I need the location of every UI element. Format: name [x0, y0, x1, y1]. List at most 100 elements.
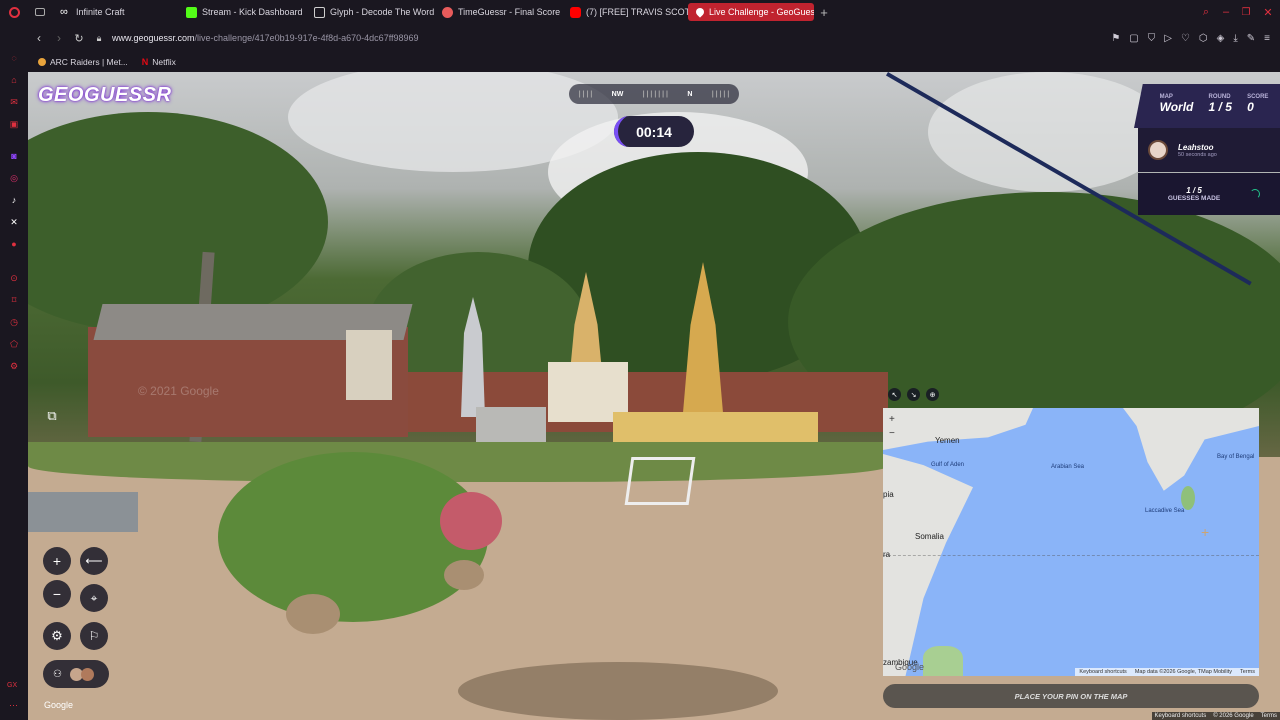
- reload-icon[interactable]: ↻: [68, 32, 90, 45]
- guess-map[interactable]: Yemen Gulf of Aden Arabian Sea Bay of Be…: [883, 408, 1259, 676]
- map-shortcuts-link[interactable]: Keyboard shortcuts: [1079, 669, 1126, 675]
- wooden-frame: [624, 457, 696, 505]
- map-terms-link[interactable]: Terms: [1240, 669, 1255, 675]
- flag-button[interactable]: ⚐: [80, 622, 108, 650]
- paved-slab: [28, 492, 138, 532]
- terms-link[interactable]: Terms: [1261, 713, 1277, 719]
- workspaces-icon[interactable]: ⌂: [8, 74, 20, 86]
- new-tab-button[interactable]: +: [814, 5, 834, 20]
- more-icon[interactable]: ⋯: [9, 700, 18, 711]
- pinboard-icon[interactable]: ⌑: [8, 294, 20, 306]
- map-pin-icon[interactable]: ⊕: [926, 388, 939, 401]
- bookmark-icon[interactable]: ⚑: [1111, 33, 1120, 44]
- mail-icon[interactable]: ✉: [8, 96, 20, 108]
- streetview-panorama[interactable]: © 2021 Google GEOGUESSR | | | | NW | | |…: [28, 72, 1280, 720]
- music-icon[interactable]: ●: [8, 238, 20, 250]
- opera-logo-icon[interactable]: [0, 0, 28, 24]
- browser-sidebar: ◌ ⌂ ✉ ▣ ◙ ◎ ♪ ✕ ● ⊙ ⌑ ◷ ⬠ ⚙ GX ⋯: [0, 24, 28, 720]
- x-icon[interactable]: ✕: [8, 216, 20, 228]
- ai-icon[interactable]: ✎: [1247, 33, 1255, 44]
- tab-youtube[interactable]: (7) [FREE] TRAVIS SCOTT: [562, 0, 688, 24]
- forward-icon[interactable]: ›: [50, 31, 68, 45]
- player-icon[interactable]: ⊙: [8, 272, 20, 284]
- bookmark-netflix[interactable]: N Netflix: [142, 57, 176, 67]
- place-pin-button[interactable]: PLACE YOUR PIN ON THE MAP: [883, 684, 1259, 708]
- tiktok-icon[interactable]: ♪: [8, 194, 20, 206]
- snapshot-icon[interactable]: ▢: [1129, 33, 1138, 44]
- guesses-label: GUESSES MADE: [1167, 195, 1221, 202]
- zoom-out-button[interactable]: −: [43, 580, 71, 608]
- stat-score: SCORE 0: [1247, 94, 1268, 128]
- plant-pot: [444, 560, 484, 590]
- tab-overview-icon[interactable]: [28, 0, 52, 24]
- crosshair-icon: +: [1201, 524, 1210, 540]
- tree-canopy: [28, 112, 328, 332]
- extensions-icon[interactable]: ⬡: [1199, 33, 1208, 44]
- menu-icon[interactable]: ≡: [1264, 33, 1270, 44]
- loading-spinner-icon: [1250, 189, 1260, 199]
- tanzania-green: [923, 646, 963, 676]
- settings-icon[interactable]: ⚙: [8, 360, 20, 372]
- return-to-start-button[interactable]: ⌖: [80, 584, 108, 612]
- glyph-icon: [314, 6, 325, 18]
- tab-infinite-craft[interactable]: ∞ Infinite Craft: [52, 0, 178, 24]
- map-label-laccadive: Laccadive Sea: [1145, 508, 1185, 514]
- url-path: /live-challenge/417e0b19-917e-4f8d-a670-…: [194, 33, 419, 43]
- compass-nw: NW: [611, 90, 624, 98]
- aria-icon[interactable]: ◌: [8, 52, 20, 64]
- player-card[interactable]: Leahstoo 50 seconds ago: [1138, 128, 1280, 172]
- map-zoom-out-button[interactable]: −: [889, 428, 895, 439]
- play-icon[interactable]: ▷: [1164, 33, 1172, 44]
- map-expand-icon[interactable]: ↖: [888, 388, 901, 401]
- map-google-logo: Google: [895, 662, 925, 672]
- twitch-icon[interactable]: ◙: [8, 150, 20, 162]
- zoom-in-button[interactable]: +: [43, 547, 71, 575]
- tab-label: Glyph - Decode The Word: [330, 7, 434, 17]
- settings-button[interactable]: ⚙: [43, 622, 71, 650]
- player-name: Leahstoo: [1178, 142, 1214, 152]
- timer-text: 00:14: [636, 123, 672, 140]
- map-zoom-in-button[interactable]: +: [889, 414, 895, 425]
- bookmark-arc-raiders[interactable]: ARC Raiders | Met...: [38, 57, 128, 67]
- url-field[interactable]: www.geoguessr.com /live-challenge/417e0b…: [112, 33, 419, 43]
- tab-glyph[interactable]: Glyph - Decode The Word: [306, 0, 434, 24]
- back-icon[interactable]: ‹: [28, 31, 50, 45]
- streetview-footer: Keyboard shortcuts © 2026 Google Terms: [1151, 712, 1280, 720]
- tab-kick-dashboard[interactable]: Stream - Kick Dashboard: [178, 0, 306, 24]
- gx-badge[interactable]: GX: [7, 682, 17, 689]
- keyboard-shortcuts-link[interactable]: Keyboard shortcuts: [1155, 713, 1207, 719]
- messenger-icon[interactable]: ▣: [8, 118, 20, 130]
- search-icon[interactable]: ⌕: [1196, 6, 1216, 19]
- guesses-card: 1 / 5 GUESSES MADE: [1138, 173, 1280, 215]
- compass-ticks: | | | | |: [711, 90, 730, 98]
- map-label-pia: pia: [883, 490, 894, 499]
- download-icon[interactable]: ⤓: [1233, 33, 1237, 44]
- tab-geoguessr-live-challenge[interactable]: Live Challenge - GeoGues: [688, 3, 814, 21]
- bookmarks-bar: ARC Raiders | Met... N Netflix: [28, 52, 1280, 72]
- netflix-icon: N: [141, 57, 149, 67]
- geoguessr-logo[interactable]: GEOGUESSR: [38, 84, 171, 107]
- heart-icon[interactable]: ♡: [1181, 33, 1190, 44]
- wallet-icon[interactable]: ◈: [1217, 33, 1225, 44]
- guesses-count: 1 / 5: [1186, 186, 1202, 195]
- url-host: www.geoguessr.com: [112, 33, 195, 43]
- close-icon[interactable]: ✕: [1256, 6, 1280, 19]
- stat-map: MAP World: [1160, 94, 1194, 128]
- tab-timeguessr[interactable]: TimeGuessr - Final Score: [434, 0, 562, 24]
- undo-move-button[interactable]: ⟵: [80, 547, 108, 575]
- report-location-button[interactable]: ⧉: [38, 402, 66, 430]
- horn-of-africa-land: [883, 454, 973, 676]
- map-shrink-icon[interactable]: ↘: [907, 388, 920, 401]
- maximize-icon[interactable]: ❐: [1236, 7, 1256, 18]
- party-members-button[interactable]: ⚇: [43, 660, 109, 688]
- history-icon[interactable]: ◷: [8, 316, 20, 328]
- map-footer: Keyboard shortcuts Map data ©2026 Google…: [1075, 668, 1259, 676]
- shield-icon[interactable]: ⛉: [1148, 33, 1156, 44]
- equator-line: [883, 555, 1259, 556]
- minimize-icon[interactable]: –: [1216, 6, 1236, 18]
- youtube-icon: [570, 6, 581, 18]
- tab-label: TimeGuessr - Final Score: [458, 7, 561, 17]
- avatar: [80, 667, 94, 681]
- instagram-icon[interactable]: ◎: [8, 172, 20, 184]
- extensions-sidebar-icon[interactable]: ⬠: [8, 338, 20, 350]
